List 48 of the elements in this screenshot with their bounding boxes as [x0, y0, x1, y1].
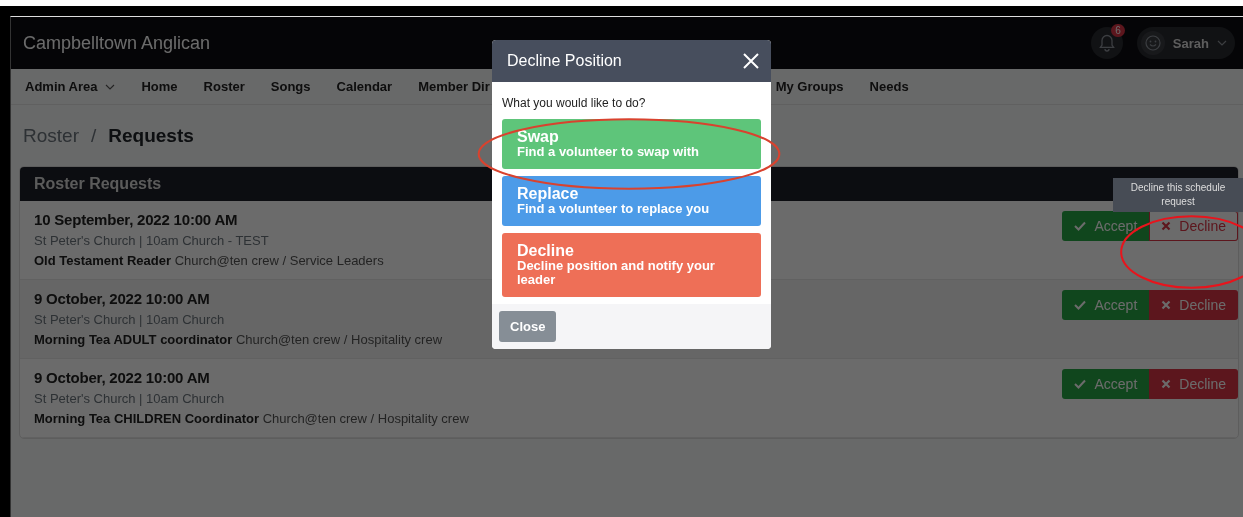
nav-link[interactable]: Songs	[270, 79, 311, 94]
breadcrumb-link[interactable]: Roster	[23, 125, 79, 147]
notification-badge: 6	[1111, 24, 1125, 37]
check-icon	[1074, 379, 1087, 389]
request-location: St Peter's Church | 10am Church - TEST	[34, 233, 270, 248]
app-title[interactable]: Campbelltown Anglican	[23, 32, 211, 54]
decline-button[interactable]: Decline	[1149, 290, 1238, 320]
accept-button[interactable]: Accept	[1062, 211, 1150, 241]
check-icon	[1074, 221, 1087, 231]
nav-link[interactable]: My Groups	[775, 79, 844, 94]
bell-icon	[1098, 34, 1115, 52]
request-date: 9 October, 2022 10:00 AM	[34, 290, 211, 307]
request-role: Morning Tea ADULT coordinator Church@ten crew / Hospitality crew	[34, 332, 443, 347]
user-menu-button[interactable]: Sarah	[1136, 27, 1235, 59]
chevron-down-icon	[1217, 40, 1227, 46]
breadcrumb-separator: /	[90, 125, 97, 147]
request-role: Old Testament Reader Church@ten crew / Service Leaders	[34, 253, 384, 268]
x-icon	[1161, 300, 1172, 310]
accept-button[interactable]: Accept	[1062, 290, 1150, 320]
modal-title: Decline Position	[507, 52, 622, 70]
close-button[interactable]	[743, 53, 759, 69]
check-icon	[1074, 300, 1087, 310]
decline-button[interactable]: Decline	[1149, 369, 1238, 399]
breadcrumb-current: Requests	[108, 125, 194, 147]
notifications-button[interactable]: 6	[1090, 27, 1123, 59]
avatar-icon	[1140, 31, 1165, 55]
nav-link[interactable]: Member Dir	[418, 79, 490, 94]
close-icon	[743, 53, 759, 69]
modal-prompt: What you would like to do?	[502, 96, 647, 110]
accept-button[interactable]: Accept	[1062, 369, 1150, 399]
request-location: St Peter's Church | 10am Church	[34, 312, 226, 327]
request-date: 10 September, 2022 10:00 AM	[34, 211, 239, 228]
close-button[interactable]: Close	[499, 311, 557, 342]
nav-link[interactable]: Roster	[203, 79, 245, 94]
x-icon	[1161, 221, 1172, 231]
tooltip: Decline this schedule request	[1113, 178, 1243, 212]
request-role: Morning Tea CHILDREN Coordinator Church@ten crew / Hospitality crew	[34, 411, 469, 426]
option-button[interactable]: Replace Find a volunteer to replace you	[502, 176, 761, 226]
card-title: Roster Requests	[34, 175, 162, 193]
nav-link[interactable]: Needs	[869, 79, 909, 94]
request-location: St Peter's Church | 10am Church	[34, 391, 226, 406]
request-date: 9 October, 2022 10:00 AM	[34, 369, 211, 386]
nav-link[interactable]: Home	[141, 79, 178, 94]
nav-link[interactable]: Admin Area	[25, 79, 116, 94]
option-button[interactable]: Decline Decline position and notify your leader	[502, 233, 761, 297]
x-icon	[1161, 379, 1172, 389]
nav-link[interactable]: Calendar	[336, 79, 393, 94]
option-button[interactable]: Swap Find a volunteer to swap with	[502, 119, 761, 169]
